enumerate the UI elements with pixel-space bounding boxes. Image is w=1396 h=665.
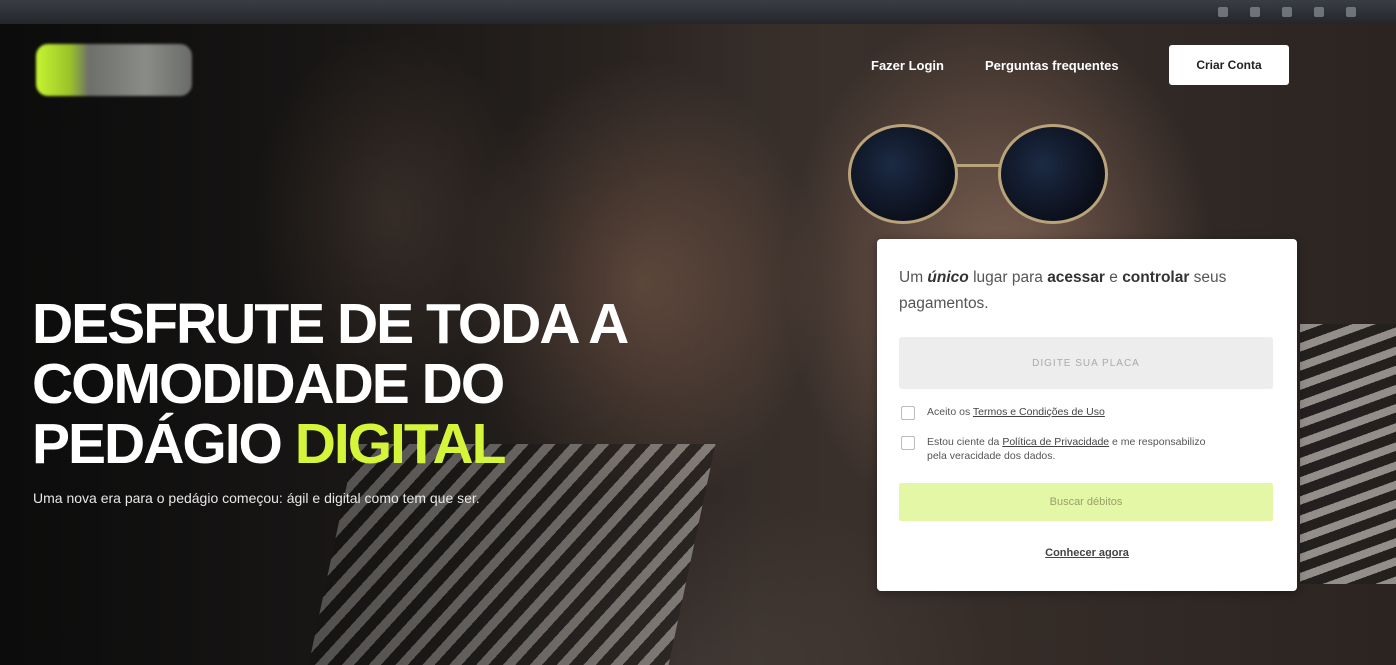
learn-more-link[interactable]: Conhecer agora <box>877 547 1297 559</box>
extension-icon[interactable] <box>1314 7 1324 17</box>
privacy-checkbox[interactable] <box>901 436 915 450</box>
brand-logo[interactable] <box>36 44 192 96</box>
background-photo-sunglasses <box>848 124 1113 224</box>
headline-accent: DIGITAL <box>294 412 507 476</box>
hero-section: Fazer Login Perguntas frequentes Criar C… <box>0 24 1396 665</box>
search-debts-button[interactable]: Buscar débitos <box>899 483 1273 521</box>
faq-link[interactable]: Perguntas frequentes <box>985 58 1119 73</box>
terms-row: Aceito os Termos e Condições de Uso <box>901 405 1227 420</box>
browser-extension-icons <box>1218 7 1356 17</box>
terms-checkbox[interactable] <box>901 406 915 420</box>
login-link[interactable]: Fazer Login <box>871 58 944 73</box>
terms-label: Aceito os Termos e Condições de Uso <box>927 406 1105 418</box>
headline-line: COMODIDADE DO <box>32 352 505 416</box>
extension-icon[interactable] <box>1250 7 1260 17</box>
terms-link[interactable]: Termos e Condições de Uso <box>973 406 1105 418</box>
privacy-row: Estou ciente da Política de Privacidade … <box>901 435 1227 463</box>
plate-input[interactable] <box>899 337 1273 389</box>
headline-line: PEDÁGIO <box>32 412 295 476</box>
plate-search-card: Um único lugar para acessar e controlar … <box>877 239 1297 591</box>
extension-icon[interactable] <box>1346 7 1356 17</box>
hero-headline: DESFRUTE DE TODA A COMODIDADE DO PEDÁGIO… <box>32 292 629 476</box>
privacy-link[interactable]: Política de Privacidade <box>1002 436 1109 448</box>
extension-icon[interactable] <box>1218 7 1228 17</box>
card-title: Um único lugar para acessar e controlar … <box>899 269 1227 312</box>
headline-line: DESFRUTE DE TODA A <box>32 292 629 356</box>
privacy-label: Estou ciente da Política de Privacidade … <box>927 436 1206 462</box>
browser-toolbar <box>0 0 1396 24</box>
hero-subtitle: Uma nova era para o pedágio começou: ági… <box>33 490 480 506</box>
create-account-button[interactable]: Criar Conta <box>1169 45 1289 85</box>
background-photo-detail <box>1300 324 1396 584</box>
extension-icon[interactable] <box>1282 7 1292 17</box>
